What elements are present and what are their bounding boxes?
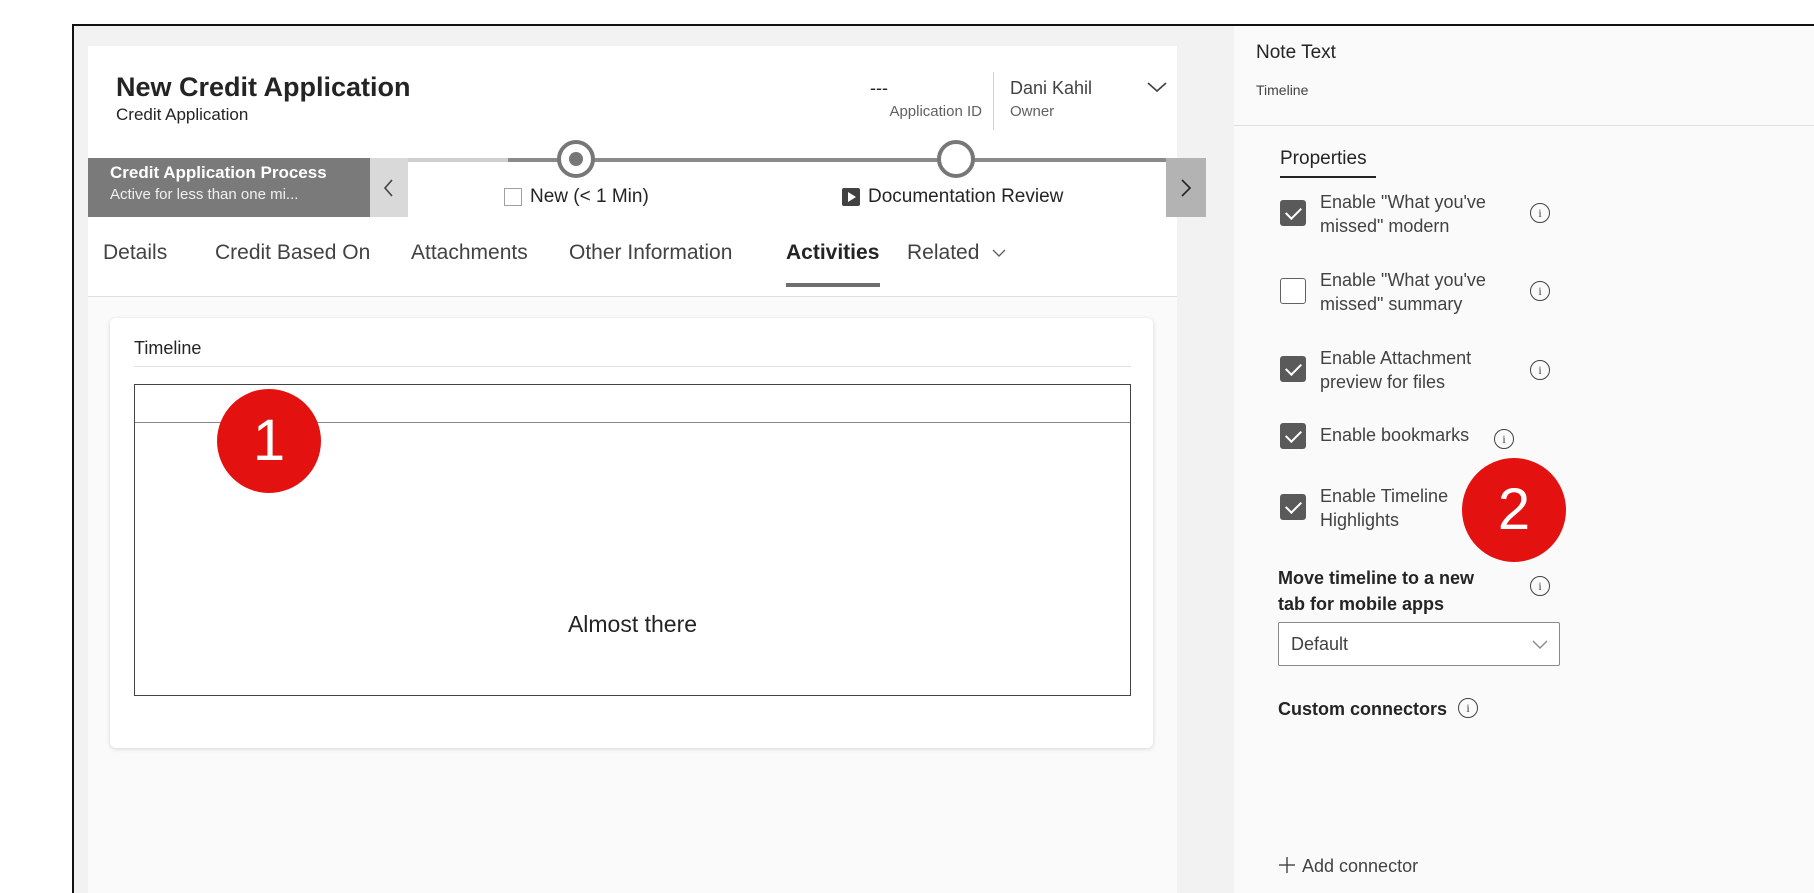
move-timeline-label-line2: tab for mobile apps [1278, 594, 1445, 614]
option-label-line2: missed" modern [1320, 216, 1450, 236]
chevron-down-icon [992, 249, 1006, 258]
move-timeline-select[interactable]: Default [1278, 622, 1560, 666]
option-label: Enable "What you've missed" modern [1320, 190, 1486, 238]
option-whats-missed-modern: Enable "What you've missed" modern [1280, 190, 1486, 238]
header-divider [993, 72, 994, 130]
form-tabs: Details Credit Based On Attachments Othe… [88, 217, 1177, 297]
option-timeline-highlights: Enable Timeline Highlights [1280, 484, 1448, 532]
checkbox-attachment-preview[interactable] [1280, 356, 1306, 382]
info-icon[interactable]: i [1458, 698, 1478, 718]
custom-connectors-label: Custom connectors [1278, 699, 1448, 719]
tab-credit-based-on[interactable]: Credit Based On [215, 241, 370, 265]
info-icon[interactable]: i [1530, 281, 1550, 301]
stage-marker-active[interactable] [557, 140, 595, 178]
process-flyout[interactable]: Credit Application Process Active for le… [88, 158, 370, 217]
next-stage-button[interactable] [1166, 158, 1206, 217]
add-connector-label: Add connector [1302, 856, 1419, 876]
info-icon[interactable]: i [1530, 203, 1550, 223]
option-label-line2: missed" summary [1320, 294, 1463, 314]
info-icon[interactable]: i [1494, 429, 1514, 449]
tab-other-information[interactable]: Other Information [569, 241, 732, 265]
info-icon[interactable]: i [1530, 576, 1550, 596]
chevron-down-icon[interactable] [1146, 76, 1168, 98]
stage-connector-start [408, 158, 508, 162]
option-attachment-preview: Enable Attachment preview for files [1280, 346, 1471, 394]
option-label-line1: Enable Attachment [1320, 348, 1472, 368]
move-timeline-select-value: Default [1291, 634, 1349, 654]
option-label-line1: Enable "What you've [1320, 270, 1486, 290]
record-entity-name: Credit Application [116, 105, 249, 124]
checkbox-bookmarks[interactable] [1280, 423, 1306, 449]
chevron-left-icon [383, 179, 393, 197]
stage-new-label: New (< 1 Min) [530, 186, 649, 207]
panel-title: Note Text [1256, 42, 1336, 63]
stage-marker[interactable] [937, 140, 975, 178]
chevron-down-icon [1532, 640, 1548, 649]
form-header: New Credit Application Credit Applicatio… [88, 46, 1177, 158]
previous-stage-button[interactable] [370, 158, 408, 217]
tab-attachments[interactable]: Attachments [411, 241, 528, 265]
callout-badge-2: 2 [1462, 458, 1566, 562]
panel-subtitle: Timeline [1256, 82, 1309, 98]
chevron-right-icon [1181, 179, 1192, 197]
checkbox-whats-missed-modern[interactable] [1280, 200, 1306, 226]
application-id-label: Application ID [889, 103, 982, 120]
active-tab-indicator [786, 283, 880, 287]
stage-connector-line [408, 158, 1166, 162]
option-label-line1: Enable Timeline [1320, 486, 1449, 506]
owner-field[interactable]: Dani Kahil Owner [1010, 78, 1092, 120]
business-process-bar: Credit Application Process Active for le… [88, 140, 1206, 217]
option-whats-missed-summary: Enable "What you've missed" summary [1280, 268, 1486, 316]
move-timeline-label-line1: Move timeline to a new [1278, 568, 1475, 588]
add-connector-button[interactable]: Add connector [1278, 856, 1418, 877]
stage-documentation-label: Documentation Review [868, 186, 1064, 207]
option-label-line2: Highlights [1320, 510, 1400, 530]
option-label-line1: Enable "What you've [1320, 192, 1486, 212]
tab-details[interactable]: Details [103, 241, 167, 265]
option-label: Enable Attachment preview for files [1320, 346, 1471, 394]
tab-related[interactable]: Related [907, 241, 1007, 265]
option-label-line2: preview for files [1320, 372, 1446, 392]
stage-new[interactable]: New (< 1 Min) [504, 186, 649, 208]
option-label: Enable Timeline Highlights [1320, 484, 1448, 532]
checkbox-timeline-highlights[interactable] [1280, 494, 1306, 520]
application-id-field: --- Application ID [848, 78, 982, 120]
panel-header: Note Text Timeline [1234, 26, 1814, 126]
active-tab-indicator [1280, 176, 1376, 178]
info-icon[interactable]: i [1530, 360, 1550, 380]
stage-play-icon [842, 188, 860, 206]
option-label-line1: Enable bookmarks [1320, 425, 1470, 445]
timeline-section: Timeline Almost there [110, 318, 1153, 748]
tab-properties[interactable]: Properties [1280, 148, 1367, 170]
option-bookmarks: Enable bookmarks [1280, 420, 1469, 449]
record-title: New Credit Application [116, 72, 411, 102]
callout-badge-1: 1 [217, 389, 321, 493]
application-id-value: --- [870, 78, 888, 98]
checkbox-whats-missed-summary[interactable] [1280, 278, 1306, 304]
process-name: Credit Application Process [110, 163, 327, 182]
option-label: Enable "What you've missed" summary [1320, 268, 1486, 316]
tab-activities[interactable]: Activities [786, 241, 879, 265]
stage-documentation-review[interactable]: Documentation Review [842, 186, 1063, 208]
owner-label: Owner [1010, 103, 1055, 120]
tab-related-label: Related [907, 241, 980, 264]
timeline-loading-message: Almost there [567, 611, 698, 637]
section-divider [134, 366, 1131, 367]
owner-value[interactable]: Dani Kahil [1010, 78, 1092, 99]
plus-icon [1279, 857, 1295, 873]
process-status: Active for less than one mi... [110, 186, 299, 203]
move-timeline-label: Move timeline to a new tab for mobile ap… [1278, 565, 1474, 617]
stage-checkbox-icon [504, 188, 522, 206]
timeline-section-title: Timeline [134, 338, 202, 358]
